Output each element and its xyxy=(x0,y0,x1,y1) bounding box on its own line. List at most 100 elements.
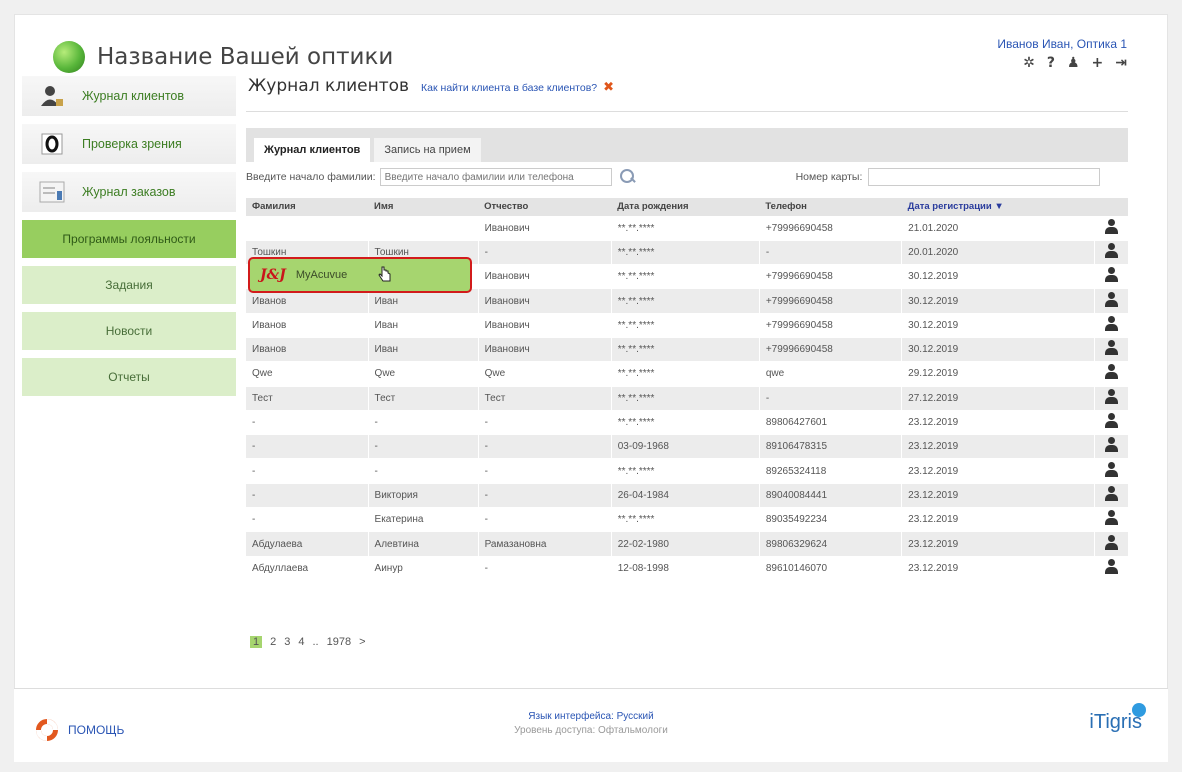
sidebar-item-label: Журнал заказов xyxy=(82,185,176,199)
column-header-firstname[interactable]: Имя xyxy=(368,198,479,216)
table-row[interactable]: - Виктория -26-04-1984 89040084441 23.12.201… xyxy=(246,482,1128,508)
table-row[interactable]: Qwe Qwe Qwe **.**.**** qwe 29.12.2019 xyxy=(246,361,1128,387)
client-card-button[interactable] xyxy=(1093,507,1128,532)
table-row[interactable]: ИвановИванИванович**.**.****+79996690458… xyxy=(246,312,1128,338)
table-cell: 30.12.2019 xyxy=(901,312,1094,338)
close-icon[interactable]: ✖ xyxy=(603,80,614,95)
client-card-button[interactable] xyxy=(1093,482,1128,508)
gear-icon[interactable]: ✲ xyxy=(1023,55,1035,71)
jnj-logo: J&J xyxy=(260,267,286,283)
client-card-button[interactable] xyxy=(1093,288,1128,314)
person-icon xyxy=(1104,267,1119,283)
sidebar-item-loyalty[interactable]: Программы лояльности xyxy=(22,220,236,258)
table-cell: **.**.**** xyxy=(610,361,760,387)
client-card-button[interactable] xyxy=(1093,434,1128,459)
column-header-patronymic[interactable]: Отчество xyxy=(478,198,612,216)
column-header-lastname[interactable]: Фамилия xyxy=(246,198,369,216)
sidebar-item-news[interactable]: Новости xyxy=(22,312,236,350)
vision-check-icon xyxy=(38,132,66,156)
table-cell: **.**.**** xyxy=(610,239,760,265)
search-row: Введите начало фамилии: Номер карты: xyxy=(246,162,1128,192)
person-icon xyxy=(1104,242,1119,259)
page-link[interactable]: 2 xyxy=(270,636,276,648)
client-card-button[interactable] xyxy=(1093,264,1128,289)
app-title: Название Вашей оптики xyxy=(97,44,394,70)
table-cell: qwe xyxy=(758,361,902,387)
client-card-button[interactable] xyxy=(1093,312,1128,338)
table-cell: 89035492234 xyxy=(758,507,902,532)
tab-client-journal[interactable]: Журнал клиентов xyxy=(254,138,371,162)
tab-appointments[interactable]: Запись на прием xyxy=(374,138,481,162)
loyalty-popup-myacuvue[interactable]: J&J MyAcuvue xyxy=(248,257,472,293)
client-card-button[interactable] xyxy=(1093,555,1128,581)
table-cell: Иванов xyxy=(246,312,369,338)
next-page-button[interactable]: > xyxy=(359,636,365,648)
logo[interactable]: Название Вашей оптики xyxy=(53,41,393,73)
client-card-button[interactable] xyxy=(1093,531,1128,557)
table-row[interactable]: - - -03-09-1968 89106478315 23.12.2019 xyxy=(246,434,1128,459)
client-card-button[interactable] xyxy=(1093,409,1128,435)
client-card-button[interactable] xyxy=(1093,361,1128,387)
card-number-input[interactable] xyxy=(868,168,1101,186)
sidebar-item-label: Журнал клиентов xyxy=(82,89,185,103)
table-cell: 23.12.2019 xyxy=(901,409,1094,435)
table-cell: +79996690458 xyxy=(758,264,902,289)
user-name-link[interactable]: Иванов Иван, Оптика 1 xyxy=(997,37,1127,51)
table-cell: Иванов xyxy=(246,336,369,362)
page-link[interactable]: 4 xyxy=(298,636,304,648)
column-header-registration-date[interactable]: Дата регистрации ▼ xyxy=(901,198,1094,216)
sidebar-item-client-journal[interactable]: Журнал клиентов xyxy=(22,76,236,116)
table-cell: Qwe xyxy=(246,361,369,387)
table-row[interactable]: - - - **.**.**** 89806427601 23.12.2019 xyxy=(246,409,1128,435)
sidebar-item-vision-check[interactable]: Проверка зрения xyxy=(22,124,236,164)
client-card-button[interactable] xyxy=(1093,385,1128,411)
table-cell: Qwe xyxy=(367,361,479,387)
table-row[interactable]: Абдуллаева Аинур -12-08-1998 89610146070 23.… xyxy=(246,555,1128,581)
table-cell: Виктория xyxy=(367,482,479,508)
search-label: Введите начало фамилии: xyxy=(246,171,376,183)
person-icon xyxy=(1104,510,1119,526)
logout-icon[interactable]: ⇥ xyxy=(1115,55,1127,71)
table-row[interactable]: - - - **.**.**** 89265324118 23.12.2019 xyxy=(246,458,1128,484)
table-cell: - xyxy=(246,458,369,484)
table-cell: - xyxy=(477,434,612,459)
user-icon[interactable]: ♟ xyxy=(1067,55,1080,71)
table-row[interactable]: Абдулаева Алевтина Рамазановна 22-02-1980 89… xyxy=(246,531,1128,557)
table-cell: 29.12.2019 xyxy=(901,361,1094,387)
client-card-button[interactable] xyxy=(1093,215,1128,241)
table-cell: **.**.**** xyxy=(610,288,760,314)
sidebar-item-orders-journal[interactable]: Журнал заказов xyxy=(22,172,236,212)
page-link[interactable]: 3 xyxy=(284,636,290,648)
table-cell: 89806329624 xyxy=(758,531,902,557)
table-row[interactable]: ИвановИванИванович**.**.****+79996690458… xyxy=(246,336,1128,362)
main-header: Журнал клиентов Как найти клиента в базе… xyxy=(246,76,1128,112)
search-icon[interactable] xyxy=(618,168,636,186)
footer-info: Язык интерфейса: Русский Уровень доступа… xyxy=(14,711,1168,736)
page-link[interactable]: 1978 xyxy=(327,636,351,648)
table-row[interactable]: Тест Тест Тест **.**.**** -27.12.2019 xyxy=(246,385,1128,411)
sidebar-item-reports[interactable]: Отчеты xyxy=(22,358,236,396)
client-card-button[interactable] xyxy=(1093,239,1128,265)
plus-icon[interactable]: + xyxy=(1092,55,1104,71)
client-card-button[interactable] xyxy=(1093,458,1128,484)
page-link-current[interactable]: 1 xyxy=(250,636,263,648)
user-area: Иванов Иван, Оптика 1 ✲ ? ♟ + ⇥ xyxy=(997,37,1127,71)
table-cell: 23.12.2019 xyxy=(901,555,1094,581)
person-icon xyxy=(1104,315,1119,332)
table-row[interactable]: Иванович **.**.**** +79996690458 21.01.2020 xyxy=(246,215,1128,241)
help-link[interactable]: Как найти клиента в базе клиентов? xyxy=(421,82,597,94)
table-cell: 22-02-1980 xyxy=(610,531,760,557)
sidebar-item-tasks[interactable]: Задания xyxy=(22,266,236,304)
help-icon[interactable]: ? xyxy=(1047,55,1055,71)
column-header-birthdate[interactable]: Дата рождения xyxy=(611,198,760,216)
client-journal-icon xyxy=(38,84,66,108)
table-cell: Иванович xyxy=(477,336,612,362)
language-link[interactable]: Язык интерфейса: Русский xyxy=(14,711,1168,722)
table-row[interactable]: - Екатерина - **.**.**** 89035492234 23.12.20… xyxy=(246,507,1128,532)
table-cell: - xyxy=(367,458,479,484)
client-card-button[interactable] xyxy=(1093,336,1128,362)
column-header-phone[interactable]: Телефон xyxy=(759,198,902,216)
search-input[interactable] xyxy=(379,168,612,186)
column-header-actions xyxy=(1094,198,1128,216)
access-level: Уровень доступа: Офтальмологи xyxy=(514,725,668,736)
